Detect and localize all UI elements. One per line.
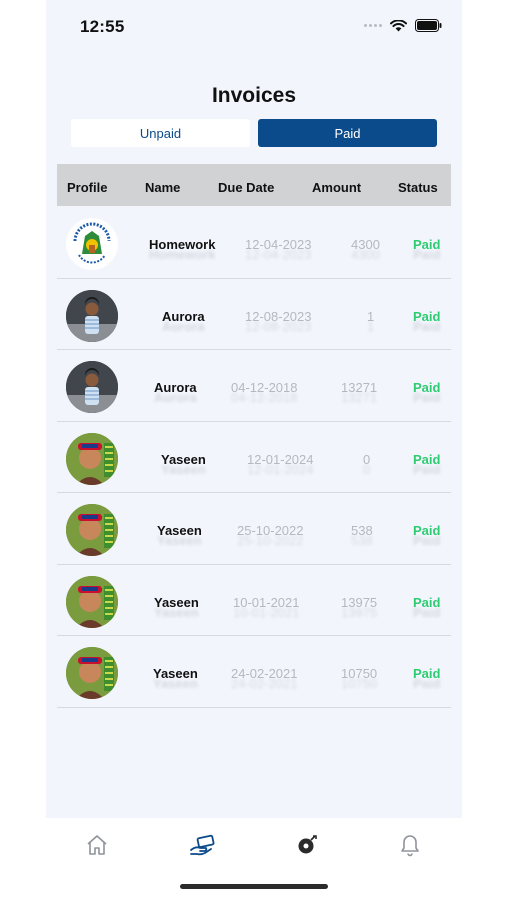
bell-icon [401, 835, 419, 857]
home-indicator [180, 884, 328, 889]
column-header-status: Status [398, 180, 438, 195]
school-logo-avatar [66, 218, 118, 270]
tab-notifications[interactable] [385, 830, 435, 860]
column-header-profile: Profile [67, 180, 108, 195]
status-time: 12:55 [80, 17, 125, 36]
invoice-due-date: 12-04-2023 [245, 237, 312, 252]
bottom-tab-bar [46, 818, 462, 900]
activity-icon [298, 835, 317, 854]
table-header: Profile Name Due Date Amount Status [57, 164, 451, 206]
invoice-amount: 0 [363, 451, 371, 467]
invoice-name: Yaseen [153, 666, 198, 681]
home-icon [87, 835, 107, 855]
table-row[interactable]: Yaseen 25-10-2022 538 Paid [57, 493, 451, 565]
status-badge: Paid [413, 451, 441, 467]
battery-icon [415, 19, 442, 32]
invoice-name: Aurora [162, 308, 205, 324]
invoice-name: Homework [149, 237, 216, 252]
invoice-amount: 13271 [341, 380, 378, 395]
invoice-amount: 538 [351, 523, 373, 538]
table-row[interactable]: Yaseen 12-01-2024 0 Paid [57, 422, 451, 493]
table-row[interactable]: Homework 12-04-2023 4300 Paid [57, 207, 451, 279]
boy-photo-avatar [66, 504, 118, 556]
status-badge: Paid [413, 237, 441, 252]
boy-photo-avatar [66, 647, 118, 699]
boy-photo-avatar [66, 432, 118, 485]
payment-icon [190, 834, 215, 856]
status-badge: Paid [413, 594, 441, 610]
table-row[interactable]: Aurora 04-12-2018 13271 Paid [57, 350, 451, 422]
status-badge: Paid [413, 523, 441, 538]
girl-photo-avatar [66, 289, 118, 342]
invoice-amount: 10750 [341, 666, 378, 681]
invoice-name: Aurora [154, 380, 197, 395]
girl-photo-avatar [66, 361, 118, 413]
status-badge: Paid [413, 308, 441, 324]
column-header-amount: Amount [312, 180, 362, 195]
invoice-name: Yaseen [157, 523, 202, 538]
tab-paid[interactable]: Paid [258, 119, 437, 147]
column-header-name: Name [145, 180, 181, 195]
invoice-list: Homework 12-04-2023 4300 Paid Aurora 12-… [57, 207, 451, 708]
status-icons [364, 19, 442, 32]
invoice-due-date: 12-01-2024 [247, 451, 314, 467]
invoice-name: Yaseen [161, 451, 206, 467]
invoice-due-date: 10-01-2021 [233, 594, 300, 610]
invoice-amount: 1 [367, 308, 375, 324]
wifi-icon [390, 19, 407, 31]
status-badge: Paid [413, 380, 441, 395]
column-header-due-date: Due Date [218, 180, 275, 195]
table-row[interactable]: Yaseen 10-01-2021 13975 Paid [57, 565, 451, 636]
invoice-due-date: 04-12-2018 [231, 380, 298, 395]
status-badge: Paid [413, 666, 441, 681]
invoice-amount: 13975 [341, 594, 378, 610]
tab-unpaid[interactable]: Unpaid [71, 119, 250, 147]
tab-payments[interactable] [177, 830, 227, 860]
invoice-due-date: 24-02-2021 [231, 666, 298, 681]
invoice-due-date: 12-08-2023 [245, 308, 312, 324]
tab-activity[interactable] [282, 830, 332, 860]
table-row[interactable]: Yaseen 24-02-2021 10750 Paid [57, 636, 451, 708]
tab-home[interactable] [72, 830, 122, 860]
app-screen: 12:55 Invoices Unpaid Paid Profile Name … [46, 0, 462, 900]
boy-photo-avatar [66, 575, 118, 628]
invoice-due-date: 25-10-2022 [237, 523, 304, 538]
status-bar: 12:55 [46, 0, 462, 50]
page-title: Invoices [211, 84, 297, 107]
table-row[interactable]: Aurora 12-08-2023 1 Paid [57, 279, 451, 350]
invoice-name: Yaseen [154, 594, 199, 610]
signal-icon [364, 24, 382, 27]
invoice-amount: 4300 [351, 237, 380, 252]
